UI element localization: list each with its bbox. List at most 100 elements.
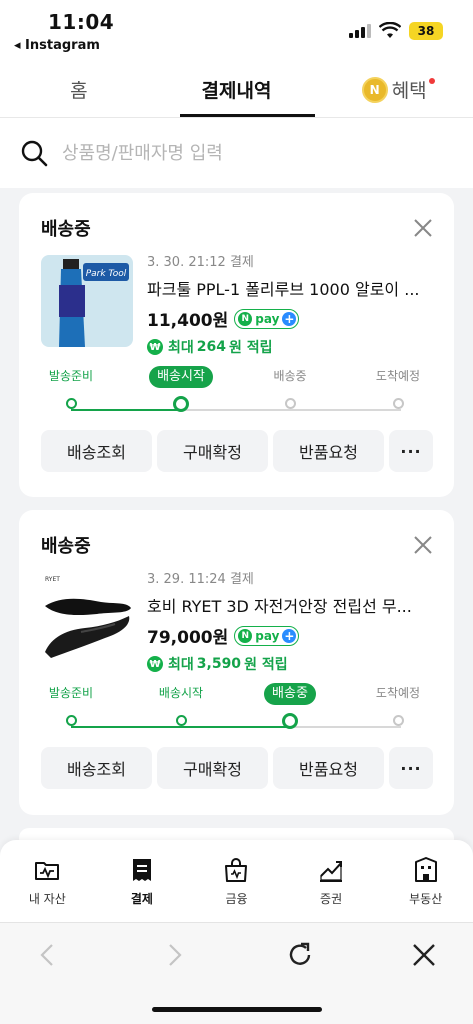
payment-date: 3. 29. 11:24 결제: [147, 572, 254, 587]
tab-home[interactable]: 홈: [0, 62, 158, 117]
bag-icon: [225, 858, 248, 882]
more-options-button[interactable]: ···: [389, 430, 433, 472]
product-image[interactable]: RYET: [41, 572, 133, 664]
nav-my-assets[interactable]: 내 자산: [0, 840, 95, 922]
step-dot: [282, 713, 298, 729]
close-browser-icon[interactable]: [408, 939, 440, 971]
search-bar: [0, 118, 473, 188]
price-line: 11,400원 N pay +: [147, 306, 437, 331]
refresh-icon[interactable]: [284, 939, 316, 971]
nav-label: 금융: [225, 892, 248, 906]
payment-date: 3. 30. 21:12 결제: [147, 255, 254, 270]
product-name: 파크툴 PPL-1 폴리루브 1000 알로이 ...: [147, 280, 420, 299]
back-arrow-icon[interactable]: [32, 939, 64, 971]
order-actions: 배송조회 구매확정 반품요청 ···: [41, 430, 433, 472]
product-info[interactable]: 3. 30. 21:12 결제 파크툴 PPL-1 폴리루브 1000 알로이 …: [147, 251, 437, 357]
step-label: 도착예정: [375, 686, 421, 700]
step-label: 배송시작: [149, 366, 213, 388]
forward-arrow-icon[interactable]: [158, 939, 190, 971]
reward-line: ₩ 최대 264 원 적립: [147, 337, 437, 357]
product-image[interactable]: Park Tool: [41, 255, 133, 347]
more-options-button[interactable]: ···: [389, 747, 433, 789]
notification-dot: [429, 78, 436, 84]
product-image-brand: Park Tool: [86, 269, 127, 279]
receipt-icon: [132, 859, 151, 881]
building-icon: [414, 857, 437, 882]
order-status: 배송중: [41, 536, 91, 557]
reward-prefix: 최대: [168, 657, 194, 673]
status-bar: 11:04 ◂ Instagram 38: [0, 0, 473, 62]
product-name: 호비 RYET 3D 자전거안장 전립선 무...: [147, 597, 412, 616]
order-status: 배송중: [41, 219, 91, 240]
confirm-purchase-button[interactable]: 구매확정: [157, 747, 268, 789]
product-price: 79,000원: [147, 628, 229, 648]
close-icon[interactable]: [412, 534, 434, 556]
step-label: 발송준비: [48, 369, 94, 383]
reward-amount: 264: [196, 339, 226, 355]
track-delivery-button[interactable]: 배송조회: [41, 430, 152, 472]
reward-line: ₩ 최대 3,590 원 적립: [147, 654, 437, 674]
coin-icon: N: [361, 76, 388, 103]
order-card: 배송중 RYET 3. 29. 11:24 결제 호비 RYET 3D 자전거안…: [19, 510, 454, 815]
status-time: 11:04: [48, 10, 115, 34]
step-shipped: 배송시작: [131, 682, 231, 726]
tab-benefits-label: 혜택: [391, 80, 427, 102]
step-arrival: 도착예정: [348, 682, 448, 726]
npay-n-icon: N: [238, 628, 253, 643]
plus-icon: +: [282, 628, 297, 643]
reward-suffix: 원 적립: [244, 657, 288, 673]
product-info[interactable]: 3. 29. 11:24 결제 호비 RYET 3D 자전거안장 전립선 무..…: [147, 568, 437, 674]
top-tabs: 홈 결제내역 N 혜택: [0, 62, 473, 118]
back-to-instagram-link[interactable]: ◂ Instagram: [14, 38, 100, 53]
step-label: 배송중: [273, 369, 307, 383]
nav-label: 증권: [320, 892, 343, 906]
search-icon: [21, 140, 48, 167]
reward-amount: 3,590: [196, 656, 242, 672]
step-label: 배송시작: [158, 686, 204, 700]
step-in-transit: 배송중: [240, 365, 340, 409]
return-request-button[interactable]: 반품요청: [273, 747, 384, 789]
tab-benefits[interactable]: N 혜택: [315, 62, 473, 117]
confirm-purchase-button[interactable]: 구매확정: [157, 430, 268, 472]
tab-payment-history[interactable]: 결제내역: [158, 62, 316, 117]
step-preparing: 발송준비: [21, 682, 121, 726]
order-actions: 배송조회 구매확정 반품요청 ···: [41, 747, 433, 789]
product-price: 11,400원: [147, 311, 229, 331]
tab-home-label: 홈: [70, 80, 88, 102]
return-request-button[interactable]: 반품요청: [273, 430, 384, 472]
npay-label: pay: [255, 311, 280, 326]
nav-payment[interactable]: 결제: [95, 840, 190, 922]
battery-icon: 38: [409, 22, 443, 40]
delivery-progress: 발송준비 배송시작 배송중 도착예정: [41, 365, 441, 425]
plus-icon: +: [282, 311, 297, 326]
order-card: 배송중 Park Tool 3. 30. 21:12 결제 파크툴 PPL-1 …: [19, 193, 454, 497]
tab-payment-history-label: 결제내역: [201, 80, 272, 102]
product-image-brand: RYET: [45, 576, 60, 583]
nav-label: 부동산: [409, 892, 443, 906]
delivery-progress: 발송준비 배송시작 배송중 도착예정: [41, 682, 441, 742]
step-arrival: 도착예정: [348, 365, 448, 409]
step-in-transit: 배송중: [240, 682, 340, 729]
npay-label: pay: [255, 628, 280, 643]
step-dot: [175, 715, 187, 726]
nav-real-estate[interactable]: 부동산: [378, 840, 473, 922]
wallet-icon: [35, 862, 60, 880]
close-icon[interactable]: [412, 217, 434, 239]
nav-finance[interactable]: 금융: [189, 840, 284, 922]
nav-label: 결제: [130, 892, 153, 906]
nav-stocks[interactable]: 증권: [284, 840, 379, 922]
won-icon: ₩: [147, 656, 163, 672]
track-delivery-button[interactable]: 배송조회: [41, 747, 152, 789]
chart-icon: [320, 861, 343, 882]
step-dot: [392, 398, 404, 409]
nav-label: 내 자산: [28, 892, 66, 906]
step-dot: [173, 396, 189, 412]
home-indicator: [152, 1007, 322, 1012]
step-label: 배송중: [264, 683, 316, 705]
price-line: 79,000원 N pay +: [147, 623, 437, 648]
search-input[interactable]: [62, 142, 442, 164]
npay-plus-badge: N pay +: [234, 308, 300, 329]
step-label: 도착예정: [375, 369, 421, 383]
reward-suffix: 원 적립: [229, 340, 273, 356]
reward-prefix: 최대: [168, 340, 194, 356]
